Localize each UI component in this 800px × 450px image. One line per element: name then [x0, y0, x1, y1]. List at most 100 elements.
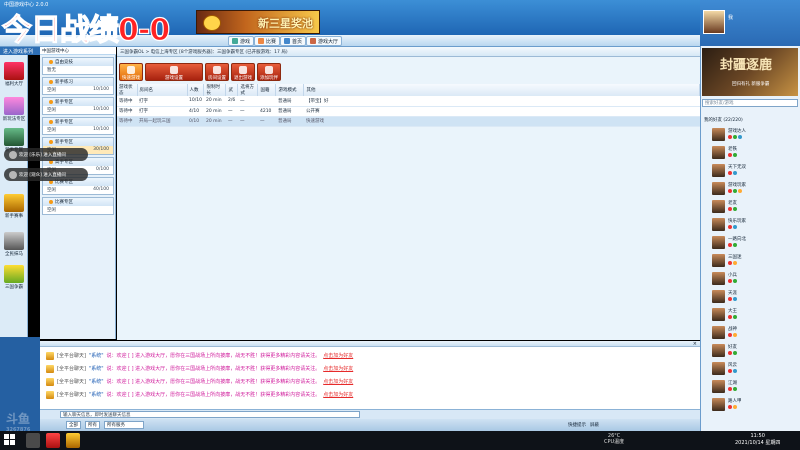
- zone-item[interactable]: 比赛专区 空闲: [42, 197, 114, 215]
- settings-icon: [170, 66, 178, 74]
- stream-watermark: 斗鱼 3267876: [6, 412, 31, 433]
- zone-icon: [49, 200, 53, 204]
- friend-item[interactable]: 老友: [712, 199, 798, 215]
- room-icon: [213, 66, 221, 74]
- system-clock[interactable]: 11:50 2021/10/14 星期四: [735, 433, 780, 447]
- avatar: [712, 290, 725, 303]
- left-item-event[interactable]: 新手赛事: [2, 194, 26, 219]
- col-header[interactable]: 房间名: [137, 84, 188, 96]
- zone-icon: [49, 80, 53, 84]
- avatar: [712, 344, 725, 357]
- left-item-sanguo[interactable]: 三国争霸: [2, 265, 26, 290]
- add-friend-link[interactable]: 点击加为好友: [323, 391, 353, 398]
- hint-toggle[interactable]: 快捷提示: [568, 422, 586, 428]
- zone-item[interactable]: 新手专区 空闲 10/100: [42, 117, 114, 135]
- friend-item[interactable]: 游戏玩家: [712, 181, 798, 197]
- weather-widget[interactable]: 26°C CPU温度: [604, 433, 624, 445]
- close-icon[interactable]: ×: [693, 341, 697, 347]
- zone-icon: [49, 140, 53, 144]
- trophy-icon: [258, 38, 264, 44]
- chat-message: [全平台聊天] "系统" 说：欢迎 [ ] 进入游戏大厅，愿你在三国战场上所向披靡，…: [46, 376, 353, 387]
- avatar: [712, 200, 725, 213]
- room-breadcrumb: 三国争霸OL > 电信上海专区 [8个游戏服务器]：三国争霸专区 (已开服游戏：…: [117, 47, 700, 57]
- avatar: [712, 236, 725, 249]
- friend-item[interactable]: 三国迷: [712, 253, 798, 269]
- chat-input[interactable]: 输入聊天信息，即时发送聊天信息: [60, 411, 360, 418]
- table-row[interactable]: 等待中 打字 10/10 20 min 2/6 一 普通局 【带宝】好: [117, 96, 700, 107]
- coin-icon: [203, 15, 221, 31]
- nav-home[interactable]: 首页: [280, 36, 307, 46]
- add-friend-link[interactable]: 点击加为好友: [323, 365, 353, 372]
- server-select[interactable]: 所有服务: [104, 421, 144, 429]
- play-icon: [127, 66, 135, 74]
- add-friend-link[interactable]: 点击加为好友: [323, 352, 353, 359]
- friend-search-input[interactable]: 搜索好友/游戏: [702, 99, 798, 107]
- friend-item[interactable]: 游戏达人: [712, 127, 798, 143]
- friend-item[interactable]: 天涯: [712, 289, 798, 305]
- friend-item[interactable]: 江湖: [712, 379, 798, 395]
- sanguo-icon: [4, 265, 24, 283]
- friend-item[interactable]: 快乐玩家: [712, 217, 798, 233]
- col-header[interactable]: 武: [225, 84, 239, 96]
- friend-item[interactable]: 一路向北: [712, 235, 798, 251]
- friend-item[interactable]: 大王: [712, 307, 798, 323]
- table-row-selected[interactable]: 等待中 开局一起玩三国 0/10 20 min 一 一 一 普通局 快速游戏: [117, 116, 700, 127]
- col-header[interactable]: 限制时长: [203, 84, 227, 96]
- add-friend-link[interactable]: 点击加为好友: [323, 378, 353, 385]
- chat-status-bar: 全部 所有 所有服务 快捷提示 屏蔽: [40, 419, 700, 431]
- zone-item[interactable]: 新手练习 空闲 10/100: [42, 77, 114, 95]
- col-header[interactable]: 游戏状态: [117, 84, 138, 96]
- friend-item[interactable]: 好友: [712, 343, 798, 359]
- welcome-bubble: 欢迎 [观众] 进入直播间: [4, 168, 88, 181]
- col-header[interactable]: 选将方式: [237, 84, 259, 96]
- col-header[interactable]: 游戏模式: [275, 84, 305, 96]
- nav-game[interactable]: 游戏: [228, 36, 255, 46]
- chat-message: [全平台聊天] "系统" 说：欢迎 [ ] 进入游戏大厅，愿你在三国战场上所向披靡，…: [46, 350, 353, 361]
- left-item-newmode[interactable]: 新玩法专区: [2, 97, 26, 122]
- quick-play-button[interactable]: 快速游戏: [119, 63, 143, 81]
- user-avatar[interactable]: [703, 10, 725, 34]
- windows-start-icon[interactable]: [4, 434, 16, 446]
- friends-header[interactable]: 我的好友 (22/220): [702, 117, 798, 125]
- room-settings-button[interactable]: 房间设置: [205, 63, 229, 81]
- target-select[interactable]: 所有: [85, 421, 100, 429]
- col-header[interactable]: 国籍: [257, 84, 277, 96]
- block-toggle[interactable]: 屏蔽: [590, 422, 599, 428]
- zone-item[interactable]: 自由竞技 暂无: [42, 57, 114, 75]
- nav-lobby[interactable]: 游戏大厅: [306, 36, 343, 46]
- channel-select[interactable]: 全部: [66, 421, 81, 429]
- zone-icon: [49, 60, 53, 64]
- friend-item[interactable]: 战神: [712, 325, 798, 341]
- left-item-welfare[interactable]: 福利大厅: [2, 62, 26, 87]
- app-icon[interactable]: [66, 433, 80, 448]
- zone-icon: [49, 120, 53, 124]
- col-header[interactable]: 人数: [187, 84, 205, 96]
- col-header[interactable]: 其他: [303, 84, 700, 96]
- exit-game-button[interactable]: 退出游戏: [231, 63, 255, 81]
- table-row[interactable]: 等待中 打字 4/10 20 min 一 一 4210 普通局 公开赛: [117, 106, 700, 117]
- left-item-horse[interactable]: 全民抹马: [2, 232, 26, 257]
- avatar: [712, 146, 725, 159]
- top-ad-banner[interactable]: 新三星奖池: [196, 10, 320, 34]
- friend-item[interactable]: 风云: [712, 361, 798, 377]
- friend-item[interactable]: 老铁: [712, 145, 798, 161]
- room-toolbar: 快速游戏 游戏设置 房间设置 退出游戏 添加玩伴: [117, 60, 700, 82]
- home-icon: [284, 38, 290, 44]
- add-partner-button[interactable]: 添加玩伴: [257, 63, 281, 81]
- app-icon[interactable]: [46, 433, 60, 448]
- zone-item[interactable]: 新手专区 空闲 10/100: [42, 97, 114, 115]
- friend-item[interactable]: 小兵: [712, 271, 798, 287]
- avatar: [712, 308, 725, 321]
- event-icon: [4, 194, 24, 212]
- friend-item[interactable]: 路人甲: [712, 397, 798, 413]
- friend-item[interactable]: 天下无双: [712, 163, 798, 179]
- game-settings-button[interactable]: 游戏设置: [145, 63, 203, 81]
- right-ad-banner[interactable]: 封疆逐鹿 回归有礼 新服争霸: [702, 48, 798, 96]
- ad-subtitle: 回归有礼 新服争霸: [732, 82, 770, 87]
- app-icon[interactable]: [26, 433, 40, 448]
- nav-match[interactable]: 比赛: [254, 36, 281, 46]
- add-user-icon: [265, 66, 273, 74]
- avatar: [712, 326, 725, 339]
- avatar: [712, 182, 725, 195]
- speaker-icon: [46, 377, 54, 386]
